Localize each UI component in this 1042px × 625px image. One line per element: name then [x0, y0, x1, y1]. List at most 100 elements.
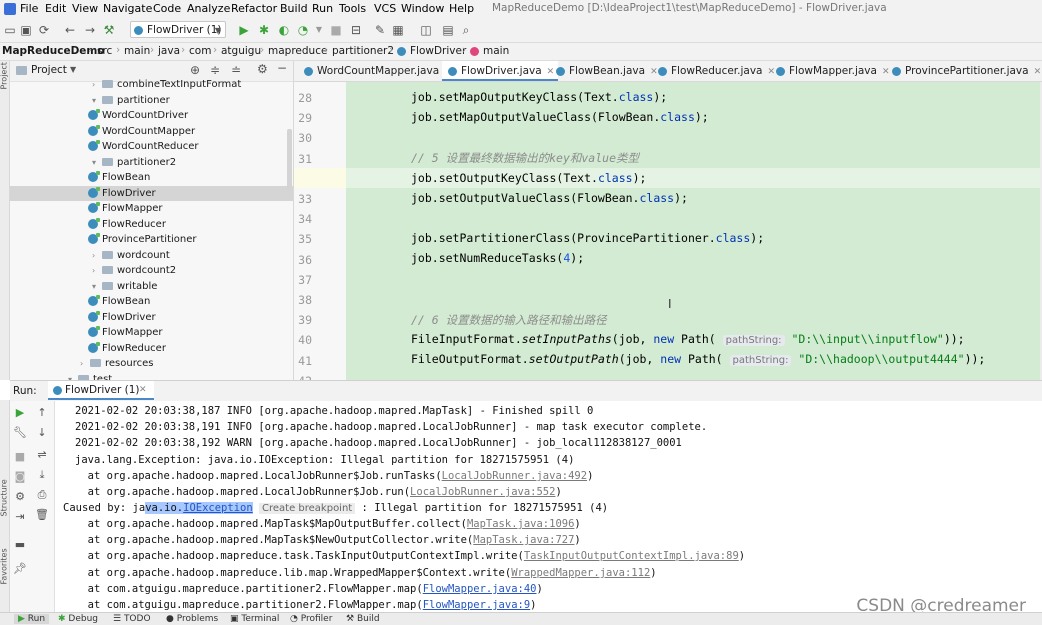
- menu-vcs[interactable]: VCS: [374, 2, 396, 15]
- tree-folder-row[interactable]: › combineTextInputFormat: [92, 77, 241, 92]
- layout-icon[interactable]: ▬: [12, 537, 28, 553]
- close-icon[interactable]: ✕: [768, 67, 776, 77]
- chevron-down-icon[interactable]: ▾: [92, 279, 102, 294]
- chevron-right-icon[interactable]: ›: [92, 77, 102, 92]
- chevron-down-icon[interactable]: ▾: [92, 93, 102, 108]
- soft-wrap-icon[interactable]: ⇌: [34, 447, 50, 463]
- run-tab[interactable]: FlowDriver (1) ✕: [48, 381, 154, 400]
- scroll-to-end-icon[interactable]: ⤓: [34, 467, 50, 483]
- breadcrumb-src[interactable]: src: [97, 45, 112, 57]
- tree-class-row[interactable]: FlowDriver: [10, 185, 293, 201]
- open-folder-icon[interactable]: ▭: [2, 22, 18, 38]
- breadcrumb-flowdriver[interactable]: FlowDriver: [410, 45, 466, 57]
- locate-target-icon[interactable]: ⊕: [190, 63, 200, 77]
- tree-folder-row[interactable]: › wordcount2: [92, 263, 176, 278]
- breadcrumb-com[interactable]: com: [189, 45, 211, 57]
- tab-flowbean[interactable]: FlowBean.java ✕: [556, 61, 658, 81]
- chevron-right-icon[interactable]: ›: [80, 356, 90, 371]
- breadcrumb-main[interactable]: main: [124, 45, 150, 57]
- chevron-right-icon[interactable]: ›: [92, 248, 102, 263]
- forward-arrow-icon[interactable]: →: [82, 22, 98, 38]
- layout-icon[interactable]: ▤: [440, 22, 456, 38]
- tree-class-row[interactable]: FlowReducer: [88, 341, 166, 356]
- close-icon[interactable]: ✕: [650, 67, 658, 77]
- breadcrumb-mapreduce[interactable]: mapreduce: [268, 45, 327, 57]
- close-icon[interactable]: ✕: [547, 67, 555, 77]
- tree-class-row[interactable]: FlowBean: [88, 294, 150, 309]
- chevron-right-icon[interactable]: ›: [92, 263, 102, 278]
- bottom-tab-profiler[interactable]: ◔ Profiler: [290, 614, 332, 624]
- sync-icon[interactable]: ⟳: [36, 22, 52, 38]
- breadcrumb-partitioner2[interactable]: partitioner2: [332, 45, 394, 57]
- stacktrace-link[interactable]: MapTask.java:727: [473, 534, 574, 546]
- tab-provincepartitioner[interactable]: ProvincePartitioner.java ✕: [892, 61, 1041, 81]
- menu-navigate[interactable]: Navigate: [103, 2, 152, 15]
- menu-help[interactable]: Help: [449, 2, 474, 15]
- stacktrace-link[interactable]: TaskInputOutputContextImpl.java:89: [524, 550, 739, 562]
- chevron-down-icon[interactable]: ▾: [68, 372, 78, 381]
- menu-window[interactable]: Window: [401, 2, 444, 15]
- tree-class-row[interactable]: FlowDriver: [88, 310, 156, 325]
- structure-strip-label[interactable]: Structure: [0, 479, 9, 516]
- bottom-tab-build[interactable]: ⚒ Build: [346, 614, 380, 624]
- menu-tools[interactable]: Tools: [339, 2, 366, 15]
- menu-analyze[interactable]: Analyze: [187, 2, 230, 15]
- tree-class-row[interactable]: ProvincePartitioner: [88, 232, 197, 247]
- run-config-select[interactable]: FlowDriver (1) ▼: [130, 21, 226, 38]
- tab-flowmapper[interactable]: FlowMapper.java ✕: [776, 61, 890, 81]
- bottom-tab-problems[interactable]: ● Problems: [166, 614, 218, 624]
- close-icon[interactable]: ✕: [1034, 67, 1042, 77]
- settings-icon[interactable]: ⚙: [12, 489, 28, 505]
- menu-view[interactable]: View: [72, 2, 98, 15]
- tab-wordcountmapper[interactable]: WordCountMapper.java✕: [300, 61, 452, 81]
- stop-icon[interactable]: ■: [12, 449, 28, 465]
- rerun-icon[interactable]: ▶: [12, 405, 28, 421]
- profile-icon[interactable]: ◔: [295, 22, 311, 38]
- search-icon[interactable]: ⌕: [458, 22, 474, 38]
- breadcrumb-java[interactable]: java: [158, 45, 180, 57]
- menu-build[interactable]: Build: [280, 2, 308, 15]
- chevron-down-icon[interactable]: ▼: [70, 65, 76, 74]
- tree-folder-row[interactable]: › resources: [80, 356, 153, 371]
- menu-file[interactable]: File: [20, 2, 38, 15]
- console-output[interactable]: 2021-02-02 20:03:38,187 INFO [org.apache…: [55, 401, 1042, 612]
- bottom-tab-debug[interactable]: ✱ Debug: [58, 614, 98, 624]
- build-hammer-icon[interactable]: ⚒: [101, 22, 117, 38]
- bottom-tab-todo[interactable]: ☰ TODO: [113, 614, 151, 624]
- back-arrow-icon[interactable]: ←: [62, 22, 78, 38]
- favorites-strip-label[interactable]: Favorites: [0, 548, 9, 584]
- tree-folder-row[interactable]: ▾ partitioner: [92, 93, 170, 108]
- menu-code[interactable]: Code: [153, 2, 181, 15]
- breadcrumb-main-method[interactable]: main: [483, 45, 509, 57]
- tree-folder-row[interactable]: ▾ partitioner2: [92, 155, 176, 170]
- menu-edit[interactable]: Edit: [45, 2, 66, 15]
- close-icon[interactable]: ✕: [139, 385, 147, 395]
- tree-class-row[interactable]: FlowBean: [88, 170, 150, 185]
- code-editor[interactable]: job.setMapOutputKeyClass(Text.class); jo…: [346, 82, 1040, 380]
- tree-class-row[interactable]: FlowMapper: [88, 325, 163, 340]
- tab-flowreducer[interactable]: FlowReducer.java ✕: [658, 61, 775, 81]
- stacktrace-link[interactable]: LocalJobRunner.java:552: [410, 486, 555, 498]
- vcs-icon[interactable]: ⊟: [348, 22, 364, 38]
- sdk-icon[interactable]: ◫: [418, 22, 434, 38]
- breadcrumb-atguigu[interactable]: atguigu: [221, 45, 261, 57]
- tree-folder-row[interactable]: ▾ test: [68, 372, 112, 381]
- tree-folder-row[interactable]: › wordcount: [92, 248, 170, 263]
- chevron-down-icon[interactable]: ▾: [92, 155, 102, 170]
- tree-class-row[interactable]: FlowMapper: [88, 201, 163, 216]
- minimize-icon[interactable]: −: [277, 61, 287, 75]
- stacktrace-link[interactable]: MapTask.java:1096: [467, 518, 574, 530]
- stacktrace-link[interactable]: FlowMapper.java:9: [423, 599, 530, 611]
- tree-class-row[interactable]: WordCountDriver: [88, 108, 188, 123]
- stacktrace-link[interactable]: FlowMapper.java:40: [423, 583, 537, 595]
- pin-icon[interactable]: 📌︎: [12, 561, 28, 577]
- create-breakpoint-hint[interactable]: Create breakpoint: [259, 503, 356, 514]
- camera-icon[interactable]: ◙: [12, 469, 28, 485]
- tree-folder-row[interactable]: ▾ writable: [92, 279, 157, 294]
- bottom-tab-terminal[interactable]: ▣ Terminal: [230, 614, 279, 624]
- tree-class-row[interactable]: WordCountReducer: [88, 139, 199, 154]
- collapse-all-icon[interactable]: ≐: [231, 63, 241, 77]
- stop-icon[interactable]: ■: [328, 22, 344, 38]
- tree-class-row[interactable]: WordCountMapper: [88, 124, 195, 139]
- stacktrace-link[interactable]: WrappedMapper.java:112: [511, 567, 650, 579]
